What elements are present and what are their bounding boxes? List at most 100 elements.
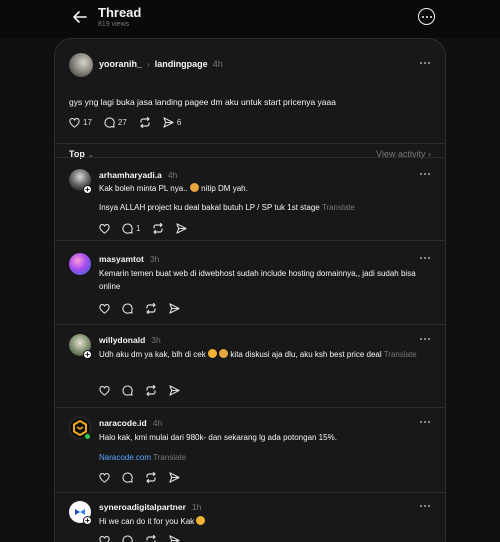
comment-button[interactable] [122, 472, 133, 483]
reply-more-button[interactable] [417, 418, 433, 426]
heart-icon [99, 385, 110, 396]
comment-icon [104, 117, 115, 128]
reply-item: masyamtot 3h Kemarin temen buat web di i… [55, 240, 445, 323]
avatar[interactable] [69, 253, 91, 275]
post-time: 4h [212, 59, 223, 69]
website-link[interactable]: Naracode.com [99, 453, 151, 462]
like-button[interactable] [99, 535, 110, 542]
repost-button[interactable] [145, 303, 157, 314]
reply-username[interactable]: masyamtot [99, 254, 144, 264]
repost-button[interactable] [152, 223, 164, 234]
like-button[interactable] [99, 303, 110, 314]
more-icon [420, 173, 422, 175]
more-icon [420, 505, 422, 507]
reply-username[interactable]: willydonald [99, 335, 145, 345]
reply-item: + arhamharyadi.a 4h Kak boleh minta PL n… [55, 157, 445, 239]
translate-link[interactable]: Translate [153, 453, 186, 462]
comment-count: 27 [117, 118, 127, 127]
send-icon [169, 472, 180, 483]
translate-link[interactable]: Translate [322, 203, 355, 212]
more-icon [420, 338, 422, 340]
reply-meta: willydonald 3h [99, 335, 161, 345]
reply-meta: masyamtot 3h [99, 254, 159, 264]
original-post: yooranih_ › landingpage 4h gys yng lagi … [55, 51, 445, 163]
reply-time: 4h [152, 418, 163, 428]
more-options-button[interactable] [418, 8, 435, 25]
comment-button[interactable] [122, 303, 133, 314]
reply-meta: arhamharyadi.a 4h [99, 170, 177, 180]
reply-username[interactable]: arhamharyadi.a [99, 170, 162, 180]
repost-icon [146, 303, 156, 314]
share-button[interactable]: 6 [163, 117, 181, 128]
comment-button[interactable]: 27 [104, 117, 127, 128]
reply-more-button[interactable] [417, 170, 433, 178]
follow-plus-icon[interactable]: + [83, 185, 92, 194]
comment-icon [122, 472, 133, 483]
comment-button[interactable] [122, 535, 133, 542]
comment-button[interactable]: 1 [122, 223, 140, 234]
share-button[interactable] [169, 472, 180, 483]
repost-icon [146, 535, 156, 542]
reply-text-2: Insya ALLAH project ku deal bakal butuh … [99, 203, 355, 212]
reply-text: Halo kak, kmi mulai dari 980k- dan sekar… [99, 433, 337, 442]
reply-text: Kak boleh minta PL nya.. nitip DM yah. [99, 183, 248, 193]
top-bar: Thread 819 views [0, 0, 500, 38]
praying-hands-emoji-icon [189, 183, 199, 192]
share-count: 6 [176, 118, 182, 127]
share-button[interactable] [169, 303, 180, 314]
view-count: 819 views [98, 21, 130, 28]
reply-username[interactable]: naracode.id [99, 418, 147, 428]
smiling-emoji-icon [196, 516, 206, 525]
more-icon [420, 421, 422, 423]
post-actions: 17 27 6 [69, 117, 193, 128]
post-tag[interactable]: landingpage [155, 59, 208, 69]
reply-time: 3h [151, 335, 161, 345]
reply-time: 1h [191, 502, 202, 512]
reply-text: Kemarin temen buat web di idwebhost suda… [99, 269, 416, 291]
send-icon [163, 117, 174, 128]
reply-actions: 1 [99, 223, 199, 234]
reply-time: 4h [167, 170, 178, 180]
comment-icon [122, 223, 133, 234]
like-button[interactable] [99, 472, 110, 483]
follow-plus-icon[interactable]: + [83, 350, 92, 359]
share-button[interactable] [176, 223, 188, 234]
heart-icon [99, 472, 110, 483]
like-count: 17 [83, 118, 92, 127]
reply-username[interactable]: syneroadigitalpartner [99, 502, 186, 512]
heart-icon [99, 303, 110, 314]
reply-more-button[interactable] [417, 335, 433, 343]
post-username[interactable]: yooranih_ [99, 59, 142, 69]
online-status-dot [84, 433, 91, 440]
reply-more-button[interactable] [417, 254, 433, 262]
comment-button[interactable] [122, 385, 133, 396]
like-button[interactable] [99, 223, 110, 234]
back-button[interactable] [70, 8, 90, 26]
reply-more-button[interactable] [417, 502, 433, 510]
translate-link[interactable]: Translate [384, 350, 417, 359]
share-button[interactable] [169, 535, 180, 542]
like-button[interactable]: 17 [69, 117, 92, 128]
repost-icon [146, 472, 156, 483]
heart-icon [69, 117, 80, 128]
more-icon [421, 15, 424, 18]
like-button[interactable] [99, 385, 110, 396]
arrow-left-icon [73, 11, 87, 23]
reply-item: naracode.id 4h Halo kak, kmi mulai dari … [55, 407, 445, 492]
repost-button[interactable] [145, 535, 157, 542]
more-icon [420, 257, 422, 259]
post-meta: yooranih_ › landingpage 4h [99, 59, 223, 69]
repost-icon [146, 385, 156, 396]
repost-button[interactable] [145, 385, 157, 396]
reply-meta: naracode.id 4h [99, 418, 162, 428]
chevron-right-icon: › [147, 59, 150, 69]
post-more-button[interactable] [417, 59, 433, 67]
avatar[interactable] [69, 53, 93, 77]
repost-button[interactable] [145, 472, 157, 483]
comment-icon [122, 385, 133, 396]
share-button[interactable] [169, 385, 180, 396]
reply-actions [99, 535, 192, 542]
reply-actions [99, 303, 192, 314]
follow-plus-icon[interactable]: + [83, 516, 92, 525]
repost-button[interactable] [139, 117, 151, 128]
